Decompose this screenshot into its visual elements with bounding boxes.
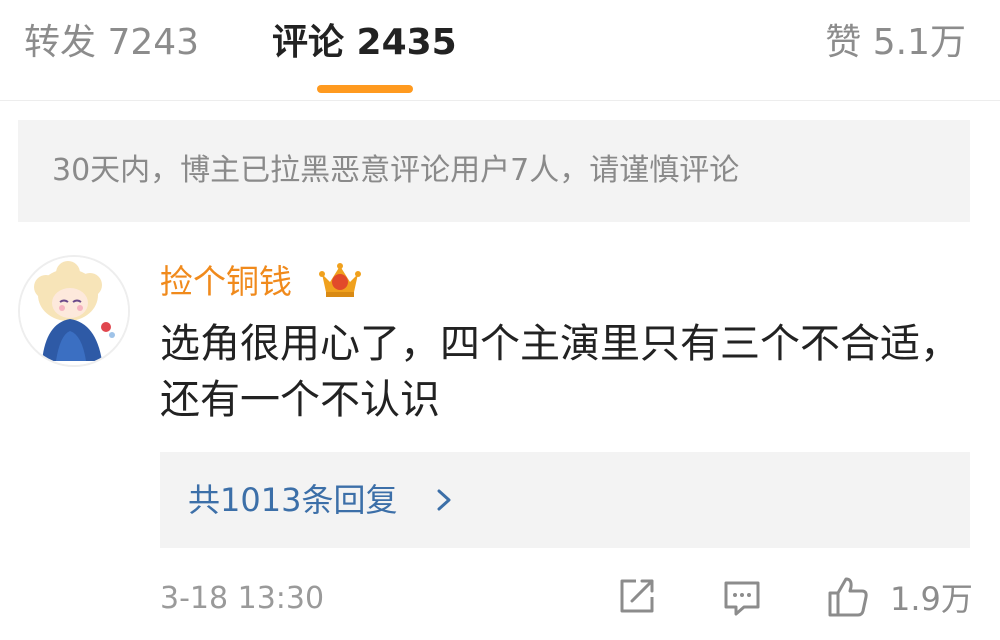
weibo-comment-page: 转发 7243 评论 2435 赞 5.1万 30天内，博主已拉黑恶意评论用户7…: [0, 0, 1000, 640]
tab-comment[interactable]: 评论 2435: [272, 18, 457, 68]
replies-label: 共1013条回复: [188, 481, 398, 519]
comment-tabs: 转发 7243 评论 2435 赞 5.1万: [0, 0, 1000, 101]
avatar-illustration: [20, 257, 128, 365]
crown-badge-icon: [319, 263, 361, 297]
chevron-right-icon: [437, 489, 451, 511]
notice-text: 30天内，博主已拉黑恶意评论用户7人，请谨慎评论: [52, 153, 740, 188]
comment-timestamp: 3-18 13:30: [160, 581, 325, 616]
comment-notice-banner: 30天内，博主已拉黑恶意评论用户7人，请谨慎评论: [18, 120, 970, 222]
view-replies-button[interactable]: 共1013条回复: [160, 452, 970, 548]
thumbs-up-icon[interactable]: [826, 575, 870, 619]
active-tab-indicator: [317, 85, 413, 93]
share-icon[interactable]: [614, 575, 658, 619]
reply-comment-icon[interactable]: [720, 575, 764, 619]
like-count: 1.9万: [890, 580, 973, 618]
comment-username[interactable]: 捡个铜钱: [160, 258, 292, 306]
tab-repost[interactable]: 转发 7243: [24, 18, 199, 68]
tab-like[interactable]: 赞 5.1万: [825, 18, 966, 68]
avatar[interactable]: [18, 255, 130, 367]
comment-text: 选角很用心了，四个主演里只有三个不合适，还有一个不认识: [160, 321, 960, 423]
